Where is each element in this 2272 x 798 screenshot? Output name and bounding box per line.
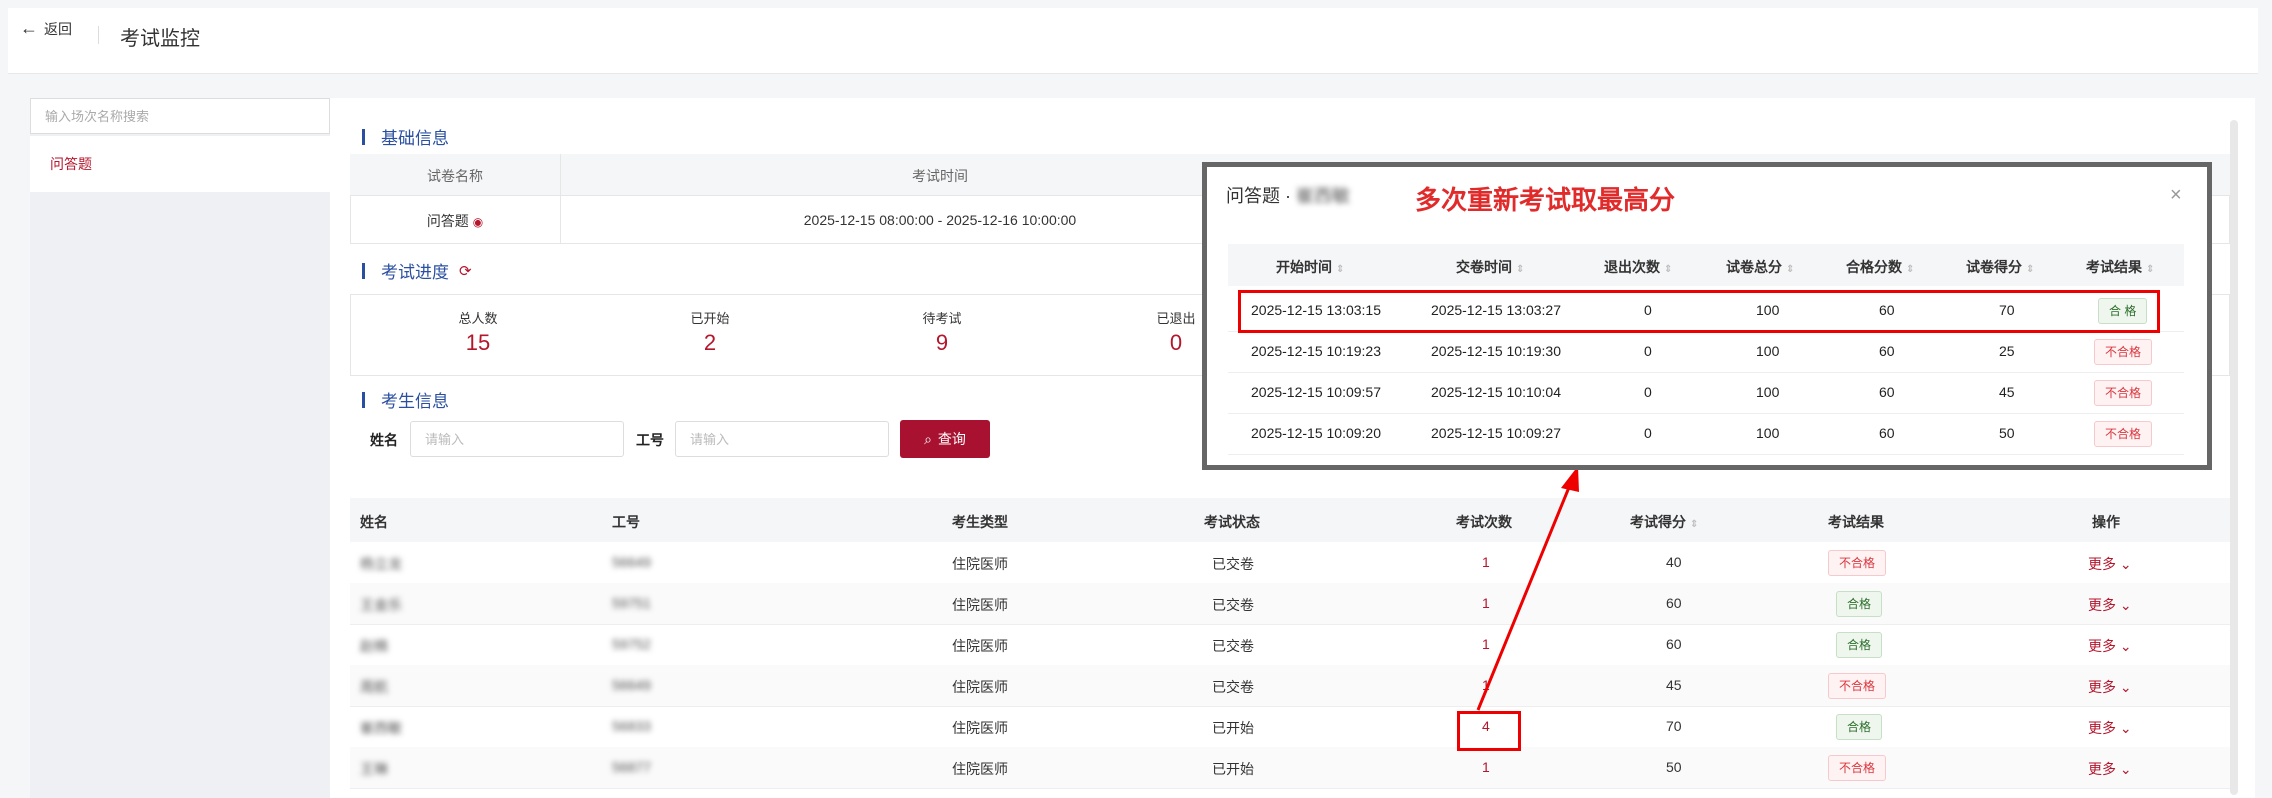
col-type: 考生类型 (952, 514, 1008, 530)
eye-icon[interactable]: ◉ (473, 215, 483, 229)
candidate-info-title: 考生信息 (362, 387, 449, 412)
id-input[interactable] (675, 421, 889, 457)
sort-icon: ⇕ (1690, 519, 1699, 530)
back-button[interactable]: ← 返回 (20, 18, 72, 39)
scrollbar[interactable] (2230, 120, 2238, 795)
sort-icon: ⇕ (2026, 264, 2035, 275)
table-row[interactable]: 王金乐 59751 住院医师 已交卷 1 60 合格 更多 ⌄ (350, 583, 2230, 625)
table-row[interactable]: 崔西敏 56833 住院医师 已开始 4 70 合格 更多 ⌄ (350, 706, 2230, 748)
mcol-pass[interactable]: 合格分数 ⇕ (1846, 257, 1914, 277)
header-exam-time: 考试时间 (912, 168, 968, 184)
more-menu[interactable]: 更多 ⌄ (2088, 718, 2132, 738)
sort-icon: ⇕ (1664, 264, 1673, 275)
chevron-down-icon: ⌄ (2119, 679, 2132, 695)
mcol-end[interactable]: 交卷时间 ⇕ (1456, 257, 1524, 277)
stat-total-value: 15 (465, 330, 491, 355)
col-status: 考试状态 (1204, 514, 1260, 530)
table-row[interactable]: 杨立龙 56649 住院医师 已交卷 1 40 不合格 更多 ⌄ (350, 542, 2230, 584)
mcol-result[interactable]: 考试结果 ⇕ (2086, 257, 2154, 277)
table-row[interactable]: 王琳 56877 住院医师 已开始 1 50 不合格 更多 ⌄ (350, 747, 2230, 789)
more-menu[interactable]: 更多 ⌄ (2088, 595, 2132, 615)
mcol-exits[interactable]: 退出次数 ⇕ (1604, 257, 1672, 277)
stat-waiting-label: 待考试 (922, 311, 962, 326)
attempt-count[interactable]: 1 (1482, 759, 1490, 775)
mcol-total[interactable]: 试卷总分 ⇕ (1726, 257, 1794, 277)
name-label: 姓名 (370, 432, 398, 448)
stat-started-label: 已开始 (690, 311, 730, 326)
back-label: 返回 (44, 20, 72, 37)
status-badge: 合格 (1836, 591, 1883, 617)
more-menu[interactable]: 更多 ⌄ (2088, 677, 2132, 697)
modal-row: 2025-12-15 10:09:57 2025-12-15 10:10:04 … (1228, 372, 2184, 414)
basic-info-title: 基础信息 (362, 124, 449, 149)
modal-table-header (1228, 244, 2184, 286)
modal-row: 2025-12-15 10:09:20 2025-12-15 10:09:27 … (1228, 413, 2184, 455)
chevron-down-icon: ⌄ (2119, 556, 2132, 572)
sort-icon: ⇕ (1336, 264, 1345, 275)
status-badge: 合格 (1836, 714, 1883, 740)
page-header (8, 8, 2258, 74)
status-badge: 不合格 (1828, 755, 1887, 781)
more-menu[interactable]: 更多 ⌄ (2088, 554, 2132, 574)
table-row[interactable]: 赵楠 59752 住院医师 已交卷 1 60 合格 更多 ⌄ (350, 624, 2230, 666)
close-icon[interactable]: × (2170, 184, 2182, 207)
col-result: 考试结果 (1828, 514, 1884, 530)
col-score[interactable]: 考试得分 ⇕ (1630, 512, 1698, 532)
annotation-arrow (1476, 466, 1579, 711)
col-action: 操作 (2092, 514, 2120, 530)
stat-waiting-value: 9 (935, 330, 949, 355)
modal-row: 2025-12-15 10:19:23 2025-12-15 10:19:30 … (1228, 331, 2184, 373)
status-badge: 不合格 (2094, 339, 2153, 365)
more-menu[interactable]: 更多 ⌄ (2088, 636, 2132, 656)
header-paper-name: 试卷名称 (427, 168, 483, 184)
exam-time: 2025-12-15 08:00:00 - 2025-12-16 10:00:0… (803, 212, 1077, 228)
stat-started-value: 2 (703, 330, 717, 355)
col-name: 姓名 (360, 514, 388, 530)
highlight-best-attempt (1238, 290, 2160, 333)
arrow-left-icon: ← (20, 18, 38, 38)
sort-icon: ⇕ (2146, 264, 2155, 275)
sort-icon: ⇕ (1906, 264, 1915, 275)
sort-icon: ⇕ (1516, 264, 1525, 275)
header-divider (98, 26, 99, 44)
id-label: 工号 (636, 432, 664, 448)
progress-title: 考试进度 ⟳ (362, 258, 472, 283)
page-title: 考试监控 (120, 28, 200, 50)
chevron-down-icon: ⌄ (2119, 761, 2132, 777)
name-input[interactable] (410, 421, 624, 457)
left-panel (30, 98, 330, 798)
stat-total-label: 总人数 (458, 311, 498, 326)
mcol-score[interactable]: 试卷得分 ⇕ (1966, 257, 2034, 277)
status-badge: 不合格 (2094, 421, 2153, 447)
refresh-icon[interactable]: ⟳ (459, 262, 472, 280)
query-button[interactable]: ⌕ 查询 (900, 420, 990, 458)
paper-name: 问答题 ◉ (426, 213, 484, 229)
more-menu[interactable]: 更多 ⌄ (2088, 759, 2132, 779)
session-item[interactable]: 问答题 (30, 136, 330, 192)
chevron-down-icon: ⌄ (2119, 597, 2132, 613)
status-badge: 不合格 (1828, 550, 1887, 576)
search-icon: ⌕ (924, 430, 932, 447)
session-search-input[interactable] (30, 98, 330, 134)
table-row[interactable]: 周航 56649 住院医师 已交卷 1 45 不合格 更多 ⌄ (350, 665, 2230, 707)
chevron-down-icon: ⌄ (2119, 638, 2132, 654)
status-badge: 合格 (1836, 632, 1883, 658)
sort-icon: ⇕ (1786, 264, 1795, 275)
modal-title: 问答题 · 崔西敏 (1226, 186, 1350, 206)
annotation-text: 多次重新考试取最高分 (1415, 186, 1676, 216)
col-id: 工号 (612, 514, 640, 530)
status-badge: 不合格 (2094, 380, 2153, 406)
status-badge: 不合格 (1828, 673, 1887, 699)
mcol-start[interactable]: 开始时间 ⇕ (1276, 257, 1344, 277)
chevron-down-icon: ⌄ (2119, 720, 2132, 736)
